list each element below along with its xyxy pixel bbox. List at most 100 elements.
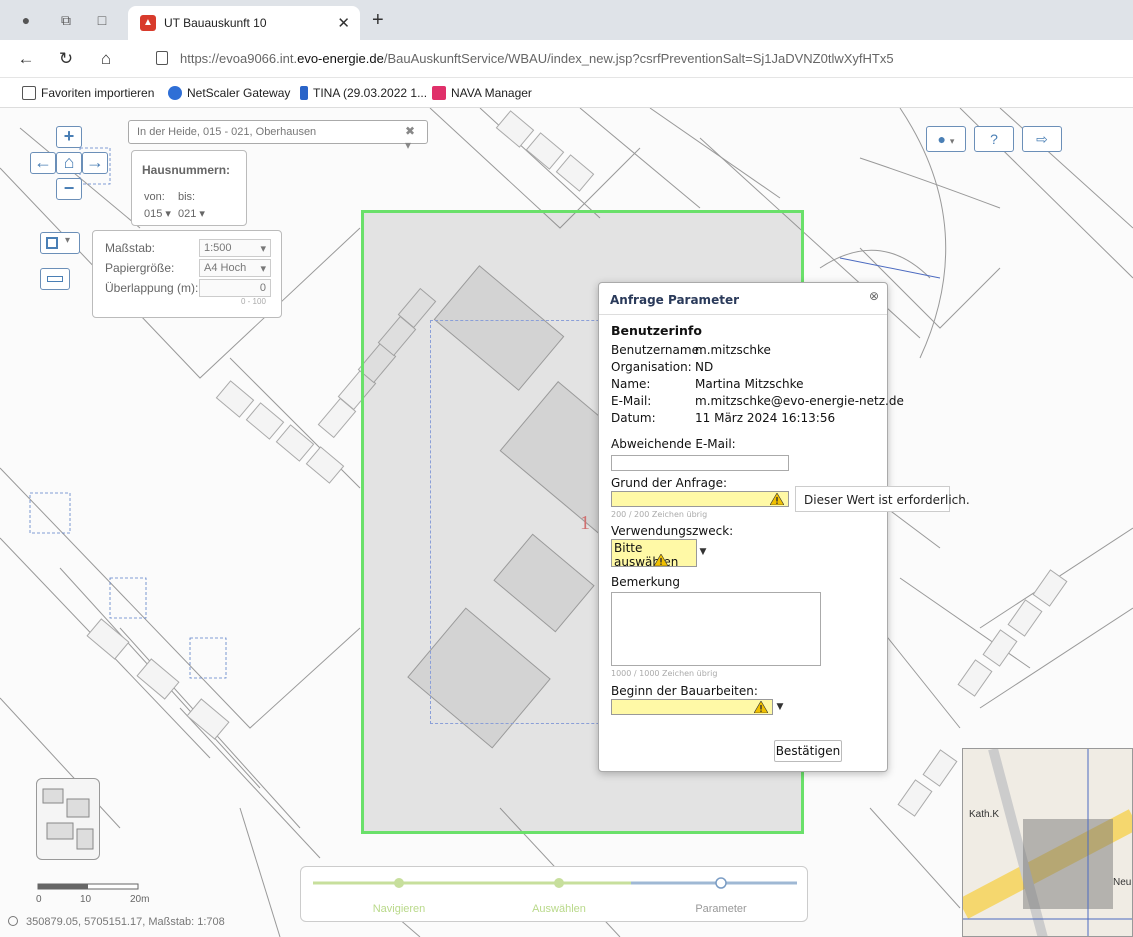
scale-label-10: 10 (80, 894, 92, 905)
date-value: 11 März 2024 16:13:56 (695, 411, 836, 425)
clear-search-icon[interactable]: ✖ ▾ (405, 124, 421, 152)
logout-icon: ⇨ (1036, 131, 1048, 147)
alt-email-label: Abweichende E-Mail: (611, 437, 736, 451)
new-tab-icon[interactable]: + (372, 9, 384, 32)
favorite-tina[interactable]: TINA (29.03.2022 1... (300, 86, 427, 100)
locate-icon[interactable] (8, 916, 18, 926)
start-date-input[interactable] (611, 699, 773, 715)
validation-tooltip: Dieser Wert ist erforderlich. (795, 486, 970, 512)
purpose-label: Verwendungszweck: (611, 524, 734, 538)
chevron-down-icon: ▾ (260, 263, 266, 275)
pan-left-button[interactable]: ← (30, 152, 56, 174)
zoom-out-button[interactable]: − (56, 178, 82, 200)
start-date-label: Beginn der Bauarbeiten: (611, 684, 758, 698)
alt-email-input[interactable] (611, 455, 789, 471)
workflow-steps: Navigieren Auswählen Parameter (300, 866, 808, 922)
user-icon: ● (937, 131, 947, 147)
reload-icon[interactable]: ↻ (56, 49, 76, 69)
favorite-netscaler[interactable]: NetScaler Gateway (168, 86, 290, 100)
step-parameter[interactable]: Parameter (661, 903, 781, 915)
email-label: E-Mail: (611, 394, 652, 408)
zoom-in-button[interactable]: + (56, 126, 82, 148)
date-label: Datum: (611, 411, 656, 425)
housenumber-title: Hausnummern: (142, 163, 231, 177)
overlap-input[interactable]: 0 (199, 279, 271, 297)
minimap-label: Neu (1113, 877, 1132, 888)
workspaces-icon[interactable]: ⧉ (58, 12, 74, 28)
tab-actions-icon[interactable]: □ (94, 12, 110, 28)
favorite-import[interactable]: Favoriten importieren (22, 86, 154, 100)
scale-label-20: 20m (130, 894, 150, 905)
address-search-value: In der Heide, 015 - 021, Oberhausen (137, 126, 317, 138)
user-menu-button[interactable]: ● ▾ (926, 126, 966, 152)
back-icon[interactable]: ← (16, 49, 36, 69)
reason-hint: 200 / 200 Zeichen übrig (611, 510, 708, 519)
profile-icon[interactable]: ● (18, 12, 34, 28)
to-value: 021 (178, 208, 197, 220)
map-label: 1 (580, 512, 590, 534)
request-parameter-dialog: Anfrage Parameter ⊗ Benutzerinfo Benutze… (598, 282, 904, 772)
measure-tool-button[interactable] (40, 268, 70, 290)
paper-select[interactable]: A4 Hoch ▾ (199, 259, 271, 277)
close-dialog-icon[interactable]: ⊗ (869, 289, 879, 303)
to-select[interactable]: 021 ▾ (178, 207, 205, 220)
confirm-button[interactable]: Bestätigen (774, 740, 842, 762)
rectangle-tool-button[interactable]: ▾ (40, 232, 80, 254)
overview-minimap[interactable]: Kath.K Neu (962, 748, 1133, 937)
url-field[interactable]: https://evoa9066.int.evo-energie.de/BauA… (180, 51, 894, 66)
from-label: von: (144, 191, 165, 203)
warning-icon (754, 701, 768, 713)
overlap-hint: 0 - 100 (241, 297, 266, 306)
print-settings-panel: Maßstab: 1:500 ▾ Papiergröße: A4 Hoch ▾ Üb… (92, 230, 282, 318)
site-favicon-icon: ▲ (140, 15, 156, 31)
overview-map-button[interactable] (36, 778, 100, 860)
step-navigate[interactable]: Navigieren (339, 903, 459, 915)
pan-right-button[interactable]: → (82, 152, 108, 174)
browser-tab[interactable]: ▲ UT Bauauskunft 10 ✕ (128, 6, 360, 40)
overview-map-thumbnail (42, 788, 94, 850)
name-value: Martina Mitzschke (695, 377, 804, 391)
remark-textarea[interactable] (611, 592, 821, 666)
logout-button[interactable]: ⇨ (1022, 126, 1062, 152)
scale-value: 1:500 (204, 242, 232, 254)
address-search-input[interactable]: In der Heide, 015 - 021, Oberhausen ✖ ▾ (128, 120, 428, 152)
paper-value: A4 Hoch (204, 262, 247, 274)
from-value: 015 (144, 208, 163, 220)
map-canvas[interactable]: 1 In der Heide, 015 - 021, Oberhausen ✖ … (0, 108, 1133, 937)
site-info-icon[interactable] (156, 51, 168, 65)
step-select[interactable]: Auswählen (499, 903, 619, 915)
tina-icon (300, 86, 308, 100)
scale-select[interactable]: 1:500 ▾ (199, 239, 271, 257)
home-icon[interactable]: ⌂ (96, 49, 116, 69)
organisation-value: ND (695, 360, 714, 374)
minimap-label: Kath.K (969, 809, 1000, 820)
username-label: Benutzername: (611, 343, 704, 357)
close-tab-icon[interactable]: ✕ (337, 14, 350, 32)
email-value: m.mitzschke@evo-energie-netz.de (695, 394, 904, 408)
url-host: evo-energie.de (297, 51, 384, 66)
dialog-header: Anfrage Parameter ⊗ (599, 283, 887, 315)
chevron-down-icon[interactable]: ▼ (774, 698, 786, 716)
warning-icon (770, 493, 784, 505)
purpose-select[interactable]: Bitte auswählen (611, 539, 697, 569)
nava-icon (432, 86, 446, 100)
favorite-nava[interactable]: NAVA Manager (432, 86, 532, 100)
chevron-down-icon: ▾ (65, 235, 71, 246)
reason-input[interactable] (611, 491, 789, 507)
reason-label: Grund der Anfrage: (611, 476, 727, 490)
dialog-title: Anfrage Parameter (610, 293, 739, 307)
chevron-down-icon: ▾ (949, 136, 955, 146)
chevron-down-icon[interactable]: ▼ (697, 543, 709, 561)
import-icon (22, 86, 36, 100)
favorites-bar: Favoriten importieren NetScaler Gateway … (0, 78, 1133, 108)
coordinate-text: 350879.05, 5705151.17, Maßstab: 1:708 (26, 916, 225, 928)
steps-progress (313, 877, 797, 889)
scale-bar-graphic (37, 883, 139, 890)
favorite-label: TINA (29.03.2022 1... (313, 86, 428, 100)
from-select[interactable]: 015 ▾ (144, 207, 171, 220)
scale-label: Maßstab: (105, 241, 156, 255)
help-button[interactable]: ? (974, 126, 1014, 152)
to-label: bis: (178, 191, 196, 203)
tab-title: UT Bauauskunft 10 (164, 16, 267, 30)
home-view-button[interactable]: ⌂ (56, 152, 82, 174)
